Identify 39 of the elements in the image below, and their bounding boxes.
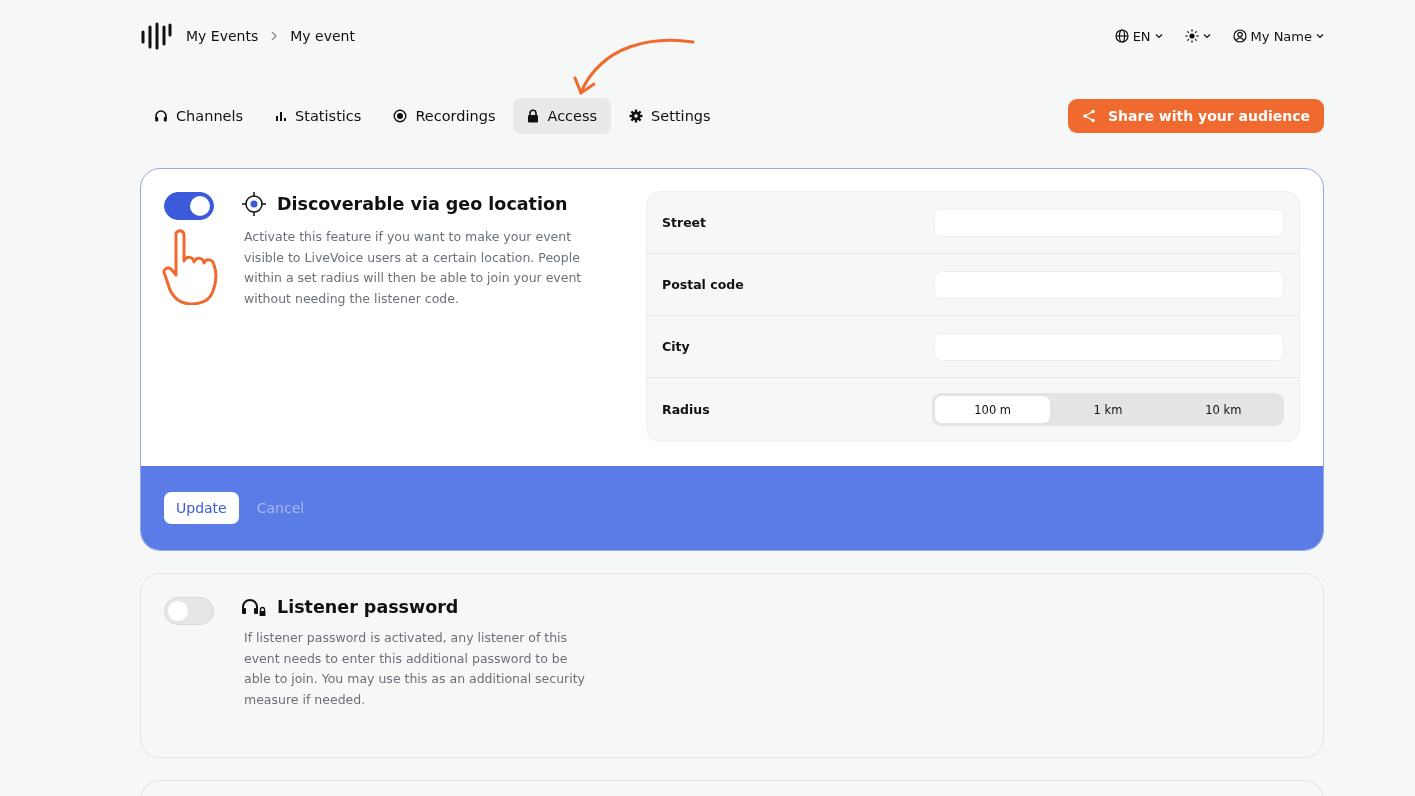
tab[interactable]: Channels [140,98,258,134]
toggle-switch[interactable] [164,192,214,220]
section-description: Activate this feature if you want to make your event visible to LiveVoice users at a certain location. People within a set radius will then be able to join your event without needing the listener code. [244,228,583,308]
logo-icon[interactable] [140,22,172,50]
globe-icon [1114,29,1129,43]
language-menu[interactable]: EN [1114,28,1163,44]
field-label: Street [662,215,707,230]
chevron-icon [270,31,279,41]
tab[interactable]: Access [513,98,612,134]
breadcrumb-link[interactable]: My event [290,28,355,44]
sun-icon [1184,29,1199,43]
theme-menu[interactable] [1184,28,1211,44]
chevron-down-icon [1154,33,1163,39]
field-label: City [662,339,690,354]
tab[interactable]: Recordings [379,98,510,134]
tab[interactable]: Statistics [261,98,376,134]
user-icon [1232,29,1247,43]
breadcrumb-link[interactable]: My Events [186,28,259,44]
radius-option[interactable]: 100 m [935,396,1051,423]
headphones-icon [154,109,168,123]
chevron-down-icon [1202,33,1211,39]
section-title: Discoverable via geo location [277,194,568,214]
user-menu[interactable]: My Name [1232,28,1324,44]
update-button[interactable]: Update [164,492,239,524]
share-icon [1082,109,1096,123]
lock-icon [527,109,540,123]
settings-icon [629,109,644,123]
section-description: If listener password is activated, any listener of this event needs to enter this additional password to be able to join. You may use this as an additional security measure if needed. [244,629,586,709]
section-title: Listener password [277,597,459,617]
radius-option[interactable]: 1 km [1050,396,1166,423]
field-label: Radius [662,402,710,417]
chevron-down-icon [1316,33,1324,39]
headphones-lock-icon [241,596,267,618]
record-icon [393,109,408,123]
bar-chart-icon [275,110,288,122]
radius-option[interactable]: 10 km [1165,396,1281,423]
tab[interactable]: Settings [615,98,725,134]
location-target-icon [241,191,267,217]
field-label: Postal code [662,277,744,292]
